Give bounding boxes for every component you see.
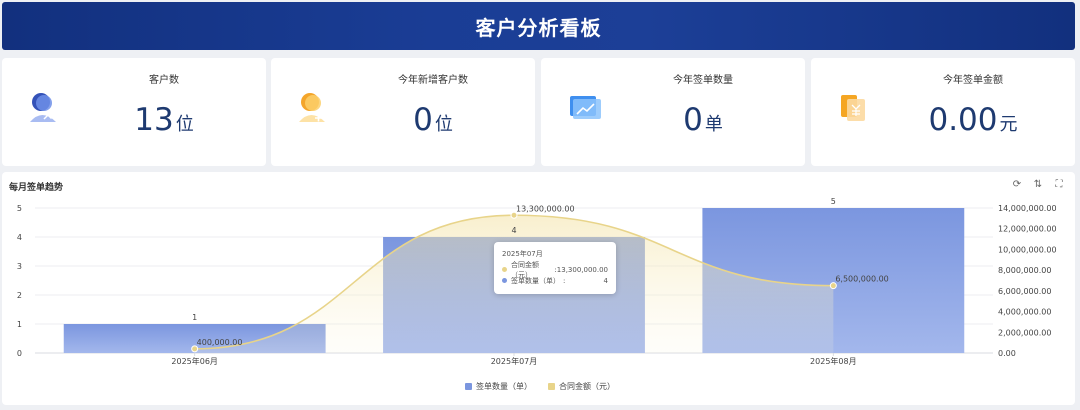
card-new-customers: 今年新增客户数 0位: [271, 58, 535, 166]
chart-tooltip: 2025年07月 合同金额（元） :13,300,000.00 签单数量（单） …: [494, 242, 616, 294]
chart-toolbar: ⟳ ⇅ ⛶: [1011, 179, 1065, 191]
tooltip-value: :13,300,000.00: [554, 265, 608, 274]
card-value-row: 0.00 元: [871, 102, 1075, 138]
new-customer-icon: [299, 93, 325, 122]
refresh-icon[interactable]: ⟳: [1011, 179, 1023, 191]
card-value: 13: [134, 102, 174, 138]
legend-label: 合同金额（元）: [559, 382, 615, 391]
tooltip-label: 签单数量（单）: [511, 276, 560, 285]
card-value-row: 0单: [601, 102, 805, 138]
legend-label: 签单数量（单）: [476, 382, 532, 391]
page-title: 客户分析看板: [475, 15, 602, 40]
tooltip-title: 2025年07月: [502, 250, 543, 258]
legend-item-count[interactable]: 签单数量（单）: [465, 381, 532, 392]
customer-icon: [30, 93, 57, 122]
card-unit: 位: [175, 114, 194, 135]
tooltip-separator: :: [563, 276, 566, 285]
card-unit: 元: [999, 114, 1018, 135]
amount-dot-icon: [502, 267, 507, 272]
card-label: 今年新增客户数: [398, 75, 468, 86]
card-unit: 位: [434, 114, 453, 135]
signed-orders-icon: [570, 96, 601, 119]
dashboard-header: 客户分析看板: [2, 2, 1075, 50]
card-label: 今年签单数量: [673, 75, 733, 86]
legend-swatch-icon: [465, 383, 472, 390]
tooltip-value: 4: [603, 276, 608, 285]
card-customer-count: 客户数 13 位: [2, 58, 266, 166]
legend-item-amount[interactable]: 合同金额（元）: [548, 381, 615, 392]
card-label: 客户数: [149, 75, 179, 86]
tooltip-row: 签单数量（单） : 4: [502, 275, 608, 286]
signed-amount-icon: [841, 95, 865, 121]
card-signed-amount: 今年签单金额 0.00 元: [811, 58, 1075, 166]
chart-legend: 签单数量（单） 合同金额（元）: [0, 381, 1080, 392]
card-value-row: 0位: [331, 102, 535, 138]
fullscreen-icon[interactable]: ⛶: [1053, 179, 1065, 191]
legend-swatch-icon: [548, 383, 555, 390]
count-dot-icon: [502, 278, 507, 283]
card-value-row: 13 位: [62, 102, 266, 138]
card-unit: 单: [704, 114, 723, 135]
tooltip-row: 合同金额（元） :13,300,000.00: [502, 261, 608, 279]
card-signed-orders: 今年签单数量 0单: [541, 58, 805, 166]
card-value: 0.00: [928, 102, 998, 138]
sort-icon[interactable]: ⇅: [1032, 179, 1044, 191]
card-value: 0: [683, 102, 703, 138]
card-value: 0: [413, 102, 433, 138]
chart-title: 每月签单趋势: [9, 183, 64, 193]
card-label: 今年签单金额: [943, 75, 1003, 86]
